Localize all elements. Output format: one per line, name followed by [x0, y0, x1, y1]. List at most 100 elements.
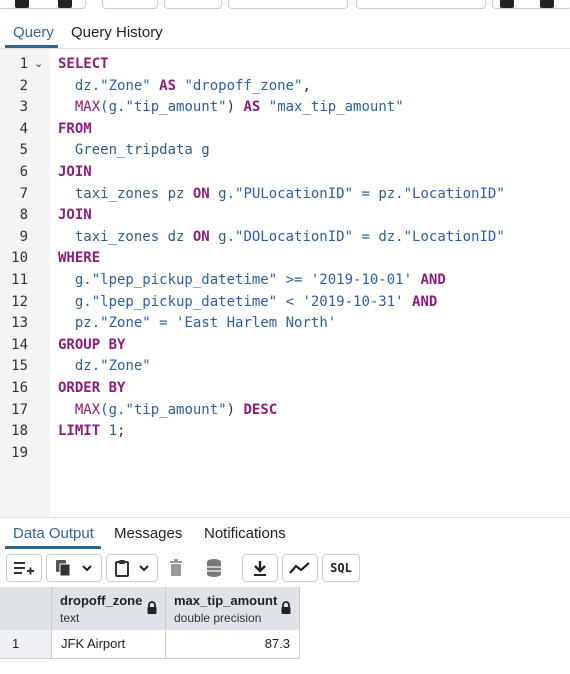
line-chart-icon — [289, 562, 310, 574]
sql-button-label: SQL — [330, 561, 352, 575]
code-token: GROUP BY — [58, 336, 126, 353]
editor-line[interactable]: 9 taxi_zones dz ON g."DOLocationID" = dz… — [0, 229, 570, 250]
line-number: 1 — [19, 56, 28, 72]
tab-data-output[interactable]: Data Output — [13, 525, 94, 542]
editor-line[interactable]: 17 MAX(g."tip_amount") DESC — [0, 402, 570, 423]
code-token: g. — [58, 272, 92, 288]
column-header-max-tip-amount[interactable]: max_tip_amount double precision — [166, 587, 300, 630]
code-token: ON — [192, 185, 210, 202]
paste-button[interactable] — [106, 554, 158, 582]
code-text: SELECT — [58, 56, 109, 72]
code-token: taxi_zones dz — [58, 228, 193, 245]
toolbar-dropdown[interactable] — [228, 0, 348, 9]
line-number: 17 — [11, 401, 28, 418]
code-token: "DOLocationID" — [235, 228, 354, 245]
line-number: 18 — [11, 423, 28, 440]
tab-messages[interactable]: Messages — [114, 525, 182, 542]
code-token: "LocationID" — [403, 228, 505, 245]
code-token: ON — [192, 228, 210, 245]
code-token: "Zone" — [100, 77, 151, 94]
add-row-icon — [14, 562, 34, 575]
lock-icon — [147, 601, 157, 614]
save-data-button[interactable] — [200, 554, 230, 582]
toolbar-button-group-3[interactable] — [164, 0, 222, 9]
editor-line[interactable]: 18 LIMIT 1; — [0, 423, 570, 444]
toolbar-button-group-4[interactable] — [356, 0, 486, 9]
editor-line[interactable]: 19 — [0, 445, 570, 466]
code-token: JOIN — [58, 164, 92, 180]
table-row[interactable]: 1 JFK Airport 87.3 — [0, 630, 300, 659]
top-toolbar — [0, 0, 570, 12]
line-number: 10 — [11, 250, 28, 267]
code-token: AND — [412, 272, 446, 288]
code-token: "dropoff_zone" — [184, 77, 303, 94]
save-file-icon — [58, 0, 72, 8]
tab-query[interactable]: Query — [13, 24, 54, 41]
grid-header-row: dropoff_zone text max_tip_amount double … — [0, 587, 300, 630]
code-token: SELECT — [58, 56, 109, 72]
editor-line[interactable]: 12 g."lpep_pickup_datetime" < '2019-10-3… — [0, 294, 570, 315]
editor-line[interactable]: 13 pz."Zone" = 'East Harlem North' — [0, 315, 570, 336]
line-number: 15 — [11, 358, 28, 375]
code-token: FROM — [58, 120, 92, 137]
code-token: g. — [209, 228, 236, 245]
line-number: 4 — [19, 120, 28, 137]
line-number: 19 — [11, 444, 28, 461]
add-row-button[interactable] — [6, 554, 42, 582]
code-token: = pz. — [353, 185, 404, 202]
code-token: < — [277, 293, 303, 310]
graph-visualiser-button[interactable] — [282, 554, 318, 582]
cell-max-tip-amount[interactable]: 87.3 — [166, 630, 300, 658]
code-text: Green_tripdata g — [58, 142, 210, 158]
code-token: dz. — [58, 77, 101, 94]
download-icon — [254, 561, 266, 576]
code-text: taxi_zones pz ON g."PULocationID" = pz."… — [58, 186, 505, 202]
toolbar-button-group-2[interactable] — [102, 0, 158, 9]
code-token: = — [150, 315, 177, 332]
editor-line[interactable]: 1 ⌄ SELECT — [0, 56, 570, 77]
active-tab-indicator — [5, 45, 58, 48]
code-text: WHERE — [58, 250, 100, 266]
code-token: "tip_amount" — [125, 99, 227, 116]
database-save-icon — [207, 559, 221, 577]
editor-line[interactable]: 15 dz."Zone" — [0, 358, 570, 379]
editor-line[interactable]: 14 GROUP BY — [0, 337, 570, 358]
paste-icon — [115, 560, 129, 577]
row-number[interactable]: 1 — [0, 630, 52, 658]
download-button[interactable] — [242, 554, 278, 582]
editor-line[interactable]: 7 taxi_zones pz ON g."PULocationID" = pz… — [0, 186, 570, 207]
line-number: 11 — [11, 272, 28, 288]
code-text: g."lpep_pickup_datetime" >= '2019-10-01'… — [58, 272, 446, 288]
editor-line[interactable]: 11 g."lpep_pickup_datetime" >= '2019-10-… — [0, 272, 570, 293]
cell-dropoff-zone[interactable]: JFK Airport — [52, 630, 166, 658]
code-token: "LocationID" — [403, 185, 505, 202]
data-grid: dropoff_zone text max_tip_amount double … — [0, 587, 570, 674]
code-token: (g. — [100, 401, 126, 418]
copy-button[interactable] — [46, 554, 102, 582]
explain-icon — [540, 0, 554, 8]
view-sql-button[interactable]: SQL — [322, 554, 360, 582]
tab-query-history[interactable]: Query History — [71, 24, 163, 41]
code-token: ) — [226, 401, 236, 418]
column-header-dropoff-zone[interactable]: dropoff_zone text — [52, 587, 166, 630]
column-type: text — [60, 611, 80, 625]
query-tabs: Query Query History — [0, 17, 570, 49]
editor-line[interactable]: 3 MAX(g."tip_amount") AS "max_tip_amount… — [0, 99, 570, 120]
tab-notifications[interactable]: Notifications — [204, 525, 286, 542]
code-token: 'East Harlem North' — [176, 315, 337, 332]
delete-button[interactable] — [161, 554, 191, 582]
editor-line[interactable]: 16 ORDER BY — [0, 380, 570, 401]
editor-line[interactable]: 8 JOIN — [0, 207, 570, 228]
editor-line[interactable]: 6 JOIN — [0, 164, 570, 185]
code-text: JOIN — [58, 207, 92, 223]
code-text: FROM — [58, 121, 92, 137]
editor-line[interactable]: 2 dz."Zone" AS "dropoff_zone", — [0, 78, 570, 99]
toolbar-button-group-1[interactable] — [0, 0, 86, 9]
editor-line[interactable]: 4 FROM — [0, 121, 570, 142]
fold-chevron-icon[interactable]: ⌄ — [34, 57, 43, 70]
line-number: 8 — [19, 207, 28, 224]
code-token: "Zone" — [100, 358, 151, 375]
editor-line[interactable]: 5 Green_tripdata g — [0, 142, 570, 163]
code-token: ORDER BY — [58, 380, 126, 396]
editor-line[interactable]: 10 WHERE — [0, 250, 570, 271]
